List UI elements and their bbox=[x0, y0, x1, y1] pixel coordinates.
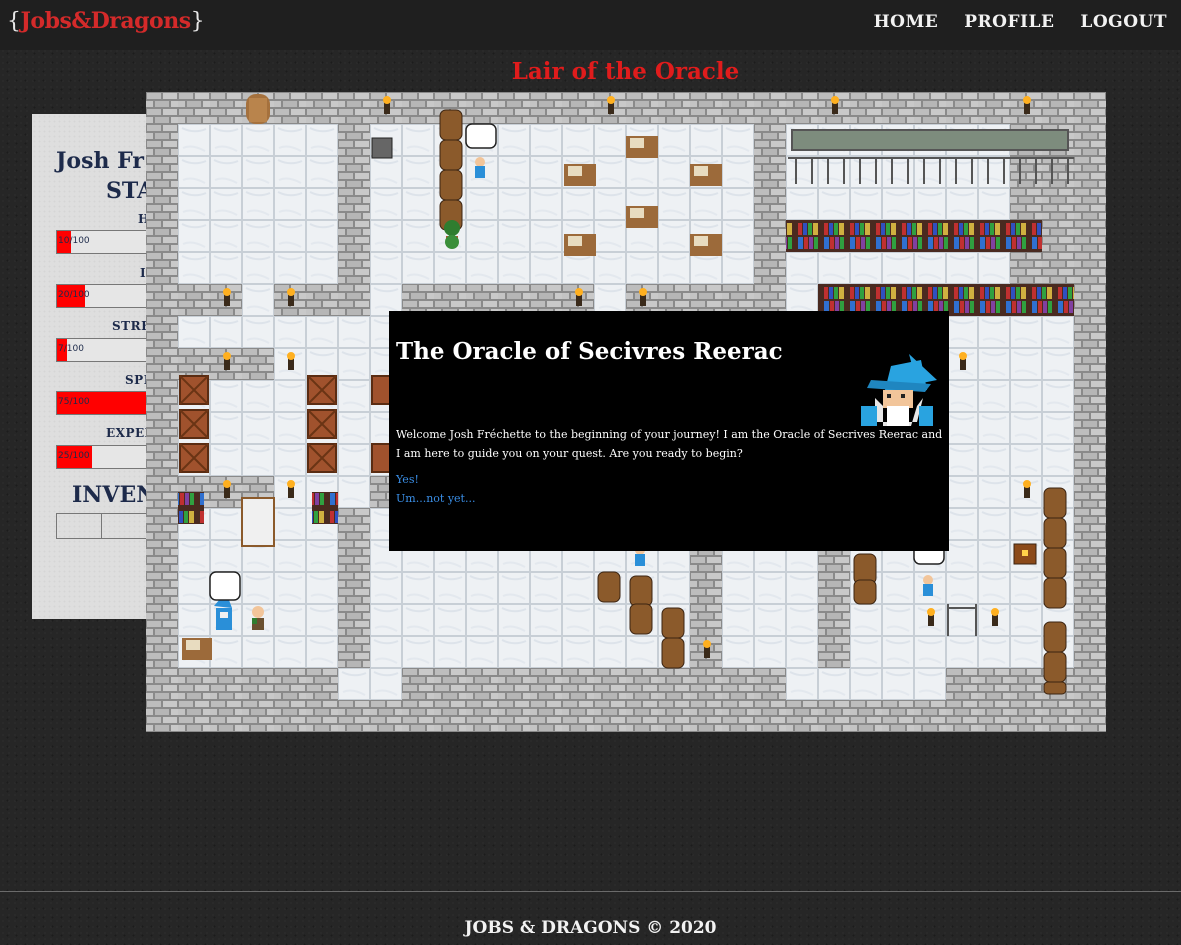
oracle-wizard-icon bbox=[861, 354, 937, 426]
nav-home-link[interactable]: HOME bbox=[874, 12, 939, 32]
dialog-option-yes[interactable]: Yes! bbox=[396, 473, 419, 486]
brand-brace-open: { bbox=[7, 9, 21, 34]
nav-links: HOME PROFILE LOGOUT bbox=[874, 12, 1167, 32]
stat-label-strength: STRE bbox=[112, 319, 151, 333]
brand-logo[interactable]: {Jobs&Dragons} bbox=[7, 8, 205, 35]
nav-profile-link[interactable]: PROFILE bbox=[964, 12, 1054, 32]
stat-value-strength: 7/100 bbox=[58, 344, 84, 354]
stat-value-experience: 25/100 bbox=[58, 451, 90, 461]
stat-value-speed: 75/100 bbox=[58, 397, 90, 407]
footer: JOBS & DRAGONS © 2020 bbox=[464, 918, 717, 938]
page-title: Lair of the Oracle bbox=[511, 58, 740, 85]
dialog-message: Welcome Josh Fréchette to the beginning … bbox=[396, 428, 943, 460]
inventory-slot[interactable] bbox=[102, 514, 147, 538]
navbar: {Jobs&Dragons} HOME PROFILE LOGOUT bbox=[0, 0, 1181, 50]
dialog-option-not-yet[interactable]: Um...not yet... bbox=[396, 492, 475, 505]
inventory-heading: INVEN bbox=[72, 482, 157, 508]
stat-value-intelligence: 20/100 bbox=[58, 290, 90, 300]
oracle-dialog: The Oracle of Secivres Reerac Welcome Jo… bbox=[389, 311, 949, 551]
inventory-slot[interactable] bbox=[57, 514, 102, 538]
footer-divider bbox=[0, 891, 1181, 892]
player-name: Josh Fr bbox=[56, 148, 144, 174]
brand-brace-close: } bbox=[190, 9, 205, 34]
brand-name: Jobs&Dragons bbox=[20, 8, 192, 34]
dialog-title: The Oracle of Secivres Reerac bbox=[396, 338, 783, 365]
nav-logout-link[interactable]: LOGOUT bbox=[1080, 12, 1167, 32]
stat-value-health: 10/100 bbox=[58, 236, 90, 246]
